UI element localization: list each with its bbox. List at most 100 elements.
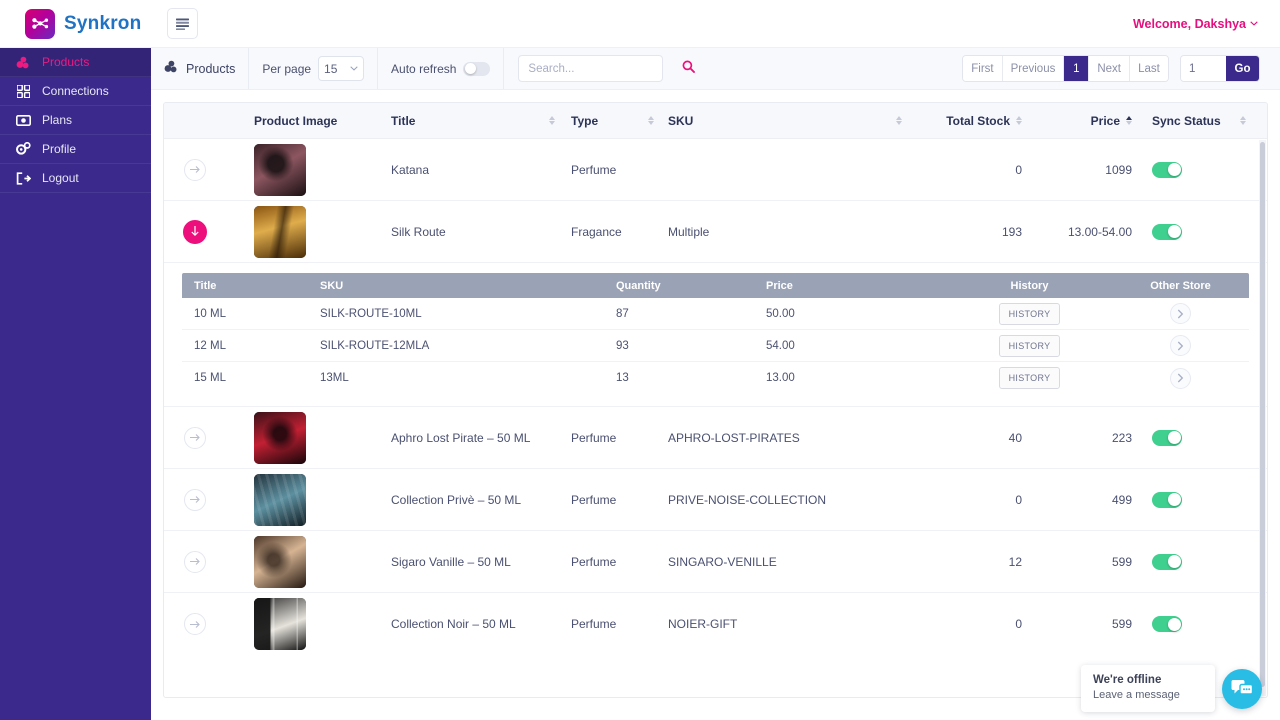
sort-icon[interactable] — [1126, 116, 1132, 125]
products-table: Product Image Title Type SKU Total Stock… — [163, 102, 1268, 698]
user-menu[interactable]: Welcome, Dakshya — [1133, 17, 1258, 31]
product-title: Sigaro Vanille – 50 ML — [391, 554, 511, 569]
sync-status-toggle[interactable] — [1152, 553, 1182, 570]
table-row[interactable]: Silk Route Fragance Multiple 193 13.00-5… — [164, 201, 1267, 263]
header-title[interactable]: Title — [368, 114, 563, 128]
scrollbar-thumb[interactable] — [1260, 142, 1265, 687]
go-button[interactable]: Go — [1226, 56, 1259, 81]
page-last-button[interactable]: Last — [1130, 56, 1168, 81]
page-current[interactable]: 1 — [1064, 56, 1090, 81]
history-button[interactable]: HISTORY — [998, 367, 1061, 389]
variant-row: 10 ML SILK-ROUTE-10ML 87 50.00 HISTORY — [182, 298, 1249, 330]
search-input[interactable] — [528, 62, 683, 75]
product-thumbnail — [254, 598, 306, 650]
goto-page-group: Go — [1180, 55, 1260, 82]
header-type[interactable]: Type — [563, 114, 658, 128]
sync-status-toggle[interactable] — [1152, 429, 1182, 446]
table-row[interactable]: Sigaro Vanille – 50 ML Perfume SINGARO-V… — [164, 531, 1267, 593]
search-box[interactable] — [518, 55, 696, 82]
header-product-image: Product Image — [254, 113, 338, 128]
product-thumbnail — [254, 143, 306, 196]
history-button[interactable]: HISTORY — [998, 334, 1061, 357]
chat-widget[interactable]: We're offline Leave a message — [1081, 665, 1262, 712]
sort-icon[interactable] — [1016, 116, 1022, 125]
chevron-right-icon[interactable] — [1170, 335, 1191, 356]
sidebar-item-plans[interactable]: Plans — [0, 106, 151, 135]
chevron-right-icon[interactable] — [1170, 303, 1191, 324]
sync-status-cell — [1138, 223, 1248, 240]
hamburger-icon[interactable] — [167, 8, 198, 39]
product-price: 599 — [1111, 617, 1132, 631]
sort-icon[interactable] — [896, 116, 902, 125]
chevron-right-icon[interactable] — [1170, 367, 1191, 389]
sort-icon[interactable] — [549, 116, 555, 125]
row-expand-button[interactable] — [184, 426, 206, 449]
sidebar-item-products[interactable]: Products — [0, 48, 151, 77]
sync-status-toggle[interactable] — [1152, 491, 1182, 508]
search-cell — [504, 48, 696, 89]
sidebar-item-logout[interactable]: Logout — [0, 164, 151, 193]
history-button[interactable]: HISTORY — [998, 302, 1061, 325]
arrow-right-icon — [189, 434, 200, 441]
variant-title: 15 ML — [194, 372, 226, 384]
variant-quantity: 13 — [616, 372, 629, 384]
goto-page-input[interactable] — [1181, 56, 1226, 81]
chat-prompt-line: Leave a message — [1093, 689, 1180, 701]
per-page-select[interactable]: 15 — [318, 56, 365, 81]
row-expand-button[interactable] — [184, 488, 206, 511]
row-expand-button[interactable] — [184, 550, 206, 573]
expand-cell — [164, 550, 226, 573]
logout-icon — [16, 171, 31, 186]
variant-row: 12 ML SILK-ROUTE-12MLA 93 54.00 HISTORY — [182, 330, 1249, 362]
subheader-other-store: Other Store — [1150, 279, 1211, 292]
page-next-button[interactable]: Next — [1089, 56, 1130, 81]
sidebar-item-connections[interactable]: Connections — [0, 77, 151, 106]
row-expand-button[interactable] — [184, 613, 206, 635]
chat-message-bubble[interactable]: We're offline Leave a message — [1081, 665, 1215, 712]
table-body: Katana Perfume 0 1099 Silk Route Fraganc… — [164, 139, 1267, 697]
table-row[interactable]: Collection Privè – 50 ML Perfume PRIVE-N… — [164, 469, 1267, 531]
product-stock: 0 — [1015, 492, 1022, 507]
search-icon[interactable] — [682, 60, 696, 78]
expand-cell — [164, 488, 226, 511]
sort-icon[interactable] — [1240, 116, 1246, 125]
header-sync-status[interactable]: Sync Status — [1138, 114, 1248, 128]
auto-refresh-toggle[interactable] — [463, 61, 491, 76]
sort-icon[interactable] — [648, 116, 654, 125]
product-type: Perfume — [571, 617, 617, 631]
chat-bubble-icon[interactable] — [1222, 668, 1262, 709]
page-previous-button[interactable]: Previous — [1002, 56, 1065, 81]
toolbar-title: Products — [186, 61, 236, 76]
variant-price: 50.00 — [766, 307, 795, 320]
sync-status-toggle[interactable] — [1152, 161, 1182, 178]
sync-status-toggle[interactable] — [1152, 616, 1182, 632]
page-first-button[interactable]: First — [963, 56, 1003, 81]
header-total-stock[interactable]: Total Stock — [908, 114, 1028, 128]
plans-icon — [16, 113, 31, 128]
subheader-history: History — [1010, 279, 1049, 292]
product-type: Perfume — [571, 492, 617, 507]
expand-cell — [164, 219, 226, 244]
product-image-cell — [226, 205, 368, 258]
header-sku[interactable]: SKU — [658, 114, 908, 128]
header-price[interactable]: Price — [1028, 114, 1138, 128]
sidebar-item-label: Profile — [42, 142, 77, 156]
sidebar-item-profile[interactable]: Profile — [0, 135, 151, 164]
table-row[interactable]: Aphro Lost Pirate – 50 ML Perfume APHRO-… — [164, 407, 1267, 469]
brand[interactable]: Synkron — [0, 8, 151, 39]
product-image-cell — [226, 535, 368, 588]
product-stock: 40 — [1008, 430, 1022, 445]
table-row[interactable]: Collection Noir – 50 ML Perfume NOIER-GI… — [164, 593, 1267, 655]
product-image-cell — [226, 411, 368, 464]
sync-status-toggle[interactable] — [1152, 223, 1182, 240]
product-type: Perfume — [571, 430, 617, 445]
row-expand-button[interactable] — [184, 158, 206, 181]
variant-sku: SILK-ROUTE-10ML — [320, 307, 422, 320]
table-row[interactable]: Katana Perfume 0 1099 — [164, 139, 1267, 201]
table-scrollbar[interactable] — [1259, 140, 1266, 696]
product-stock: 193 — [1001, 224, 1022, 239]
arrow-right-icon — [189, 496, 200, 503]
table-area: Product Image Title Type SKU Total Stock… — [151, 90, 1280, 698]
variant-title: 10 ML — [194, 307, 226, 320]
row-collapse-button[interactable] — [183, 219, 207, 244]
